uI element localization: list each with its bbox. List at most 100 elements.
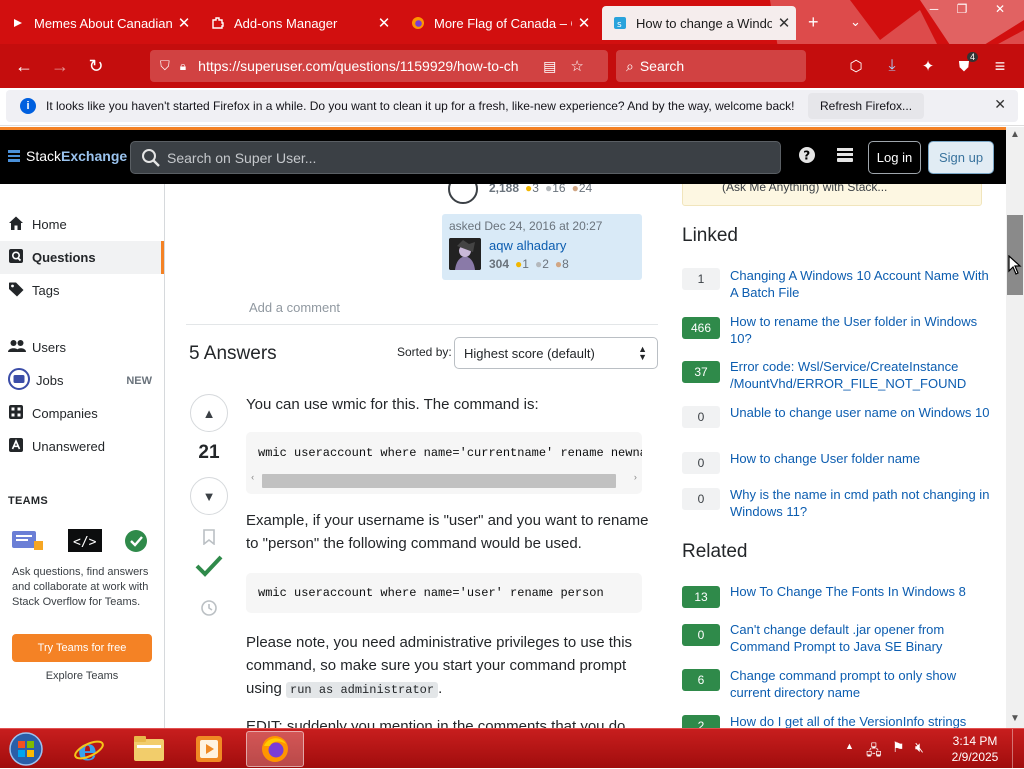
add-comment-link[interactable]: Add a comment bbox=[249, 300, 340, 315]
close-tab-icon[interactable]: ✕ bbox=[172, 14, 196, 32]
chat-bubble-icon bbox=[12, 531, 43, 550]
start-orb-icon[interactable] bbox=[0, 731, 52, 767]
show-hidden-icons-arrow[interactable]: ▲ bbox=[845, 741, 854, 751]
log-in-button[interactable]: Log in bbox=[868, 141, 921, 174]
linked-question-link[interactable]: How to rename the User folder in Windows… bbox=[730, 313, 990, 347]
linked-question-link[interactable]: How to change User folder name bbox=[730, 450, 990, 467]
forward-arrow-icon[interactable]: → bbox=[46, 52, 74, 80]
nav-tags[interactable]: Tags bbox=[0, 274, 164, 307]
downvote-button[interactable]: ▼ bbox=[190, 477, 228, 515]
refresh-firefox-button[interactable]: Refresh Firefox... bbox=[808, 93, 925, 119]
close-notification-icon[interactable]: ✕ bbox=[994, 96, 1006, 113]
tracking-shield-icon[interactable]: ⛉ bbox=[160, 58, 170, 74]
lock-icon[interactable]: 🔒︎ bbox=[180, 59, 186, 74]
nav-users[interactable]: Users bbox=[0, 331, 164, 364]
tab-flag-of-canada[interactable]: More Flag of Canada – Get ✕ bbox=[400, 6, 596, 40]
firefox-icon bbox=[410, 15, 426, 31]
tab-memes[interactable]: Memes About Canadians ✕ bbox=[0, 6, 196, 40]
horizontal-scrollbar[interactable] bbox=[262, 474, 616, 488]
close-tab-icon[interactable]: ✕ bbox=[772, 14, 796, 32]
bronze-badge-count: ●8 bbox=[554, 257, 569, 271]
code-icon: </> bbox=[68, 529, 102, 552]
new-tab-button[interactable]: + bbox=[808, 12, 819, 33]
nav-unanswered[interactable]: Unanswered bbox=[0, 430, 164, 463]
bookmark-star-icon[interactable]: ☆ bbox=[570, 57, 583, 75]
search-icon bbox=[142, 148, 160, 167]
help-icon[interactable]: ? bbox=[798, 146, 816, 169]
answer-paragraph-1: You can use wmic for this. The command i… bbox=[246, 396, 539, 413]
related-question-link[interactable]: How To Change The Fonts In Windows 8 bbox=[730, 583, 990, 600]
volume-muted-icon[interactable]: 🔇︎ bbox=[915, 739, 924, 756]
related-question-link[interactable]: Change command prompt to only show curre… bbox=[730, 667, 990, 701]
list-all-tabs-chevron-icon[interactable]: ⌄ bbox=[850, 14, 861, 30]
media-player-icon[interactable] bbox=[182, 731, 236, 767]
close-window-button[interactable]: ✕ bbox=[976, 0, 1024, 18]
explorer-icon[interactable] bbox=[122, 731, 176, 767]
author-avatar[interactable] bbox=[449, 238, 481, 270]
featured-meta-item[interactable]: (Ask Me Anything) with Stack... bbox=[722, 184, 887, 194]
notification-bar: i It looks like you haven't started Fire… bbox=[0, 88, 1024, 126]
related-question-link[interactable]: Can't change default .jar opener from Co… bbox=[730, 621, 990, 655]
close-tab-icon[interactable]: ✕ bbox=[372, 14, 396, 32]
nav-jobs[interactable]: Jobs NEW bbox=[0, 364, 164, 397]
pocket-icon[interactable]: ⬡ bbox=[842, 52, 870, 80]
system-clock[interactable]: 3:14 PM 2/9/2025 bbox=[942, 733, 1008, 765]
search-icon: ⌕ bbox=[626, 57, 634, 74]
back-arrow-icon[interactable]: ← bbox=[10, 52, 38, 80]
superuser-icon: s bbox=[612, 15, 628, 31]
window-controls: ─ ❐ ✕ bbox=[920, 0, 1024, 18]
tab-title: More Flag of Canada – Get bbox=[434, 15, 572, 31]
stackexchange-logo[interactable]: Stack Exchange bbox=[8, 148, 127, 164]
tab-addons[interactable]: Add-ons Manager ✕ bbox=[200, 6, 396, 40]
tab-superuser-active[interactable]: s How to change a Window ✕ bbox=[602, 6, 796, 40]
history-icon[interactable] bbox=[200, 599, 218, 622]
explore-teams-link[interactable]: Explore Teams bbox=[12, 670, 152, 682]
nav-questions[interactable]: Questions bbox=[0, 241, 164, 274]
firefox-taskbar-button[interactable] bbox=[246, 731, 304, 767]
linked-question-link[interactable]: Unable to change user name on Windows 10 bbox=[730, 404, 990, 421]
author-name-link[interactable]: aqw alhadary bbox=[489, 238, 566, 253]
reader-view-icon[interactable]: ▤ bbox=[543, 58, 556, 75]
linked-question-link[interactable]: Changing A Windows 10 Account Name With … bbox=[730, 267, 990, 301]
sign-up-button[interactable]: Sign up bbox=[928, 141, 994, 174]
upvote-button[interactable]: ▲ bbox=[190, 394, 228, 432]
minimize-button[interactable]: ─ bbox=[920, 0, 948, 18]
sort-select[interactable]: Highest score (default) ▲ ▼ bbox=[454, 337, 658, 369]
maximize-button[interactable]: ❐ bbox=[948, 0, 976, 18]
downloads-icon[interactable]: ⤓ bbox=[878, 52, 906, 80]
close-tab-icon[interactable]: ✕ bbox=[572, 14, 596, 32]
new-badge: NEW bbox=[126, 374, 152, 387]
address-bar[interactable]: ⛉ 🔒︎ https://superuser.com/questions/115… bbox=[150, 50, 608, 82]
stackexchange-logo-icon bbox=[8, 150, 20, 162]
logo-text-stack: Stack bbox=[26, 148, 62, 164]
linked-question-link[interactable]: Why is the name in cmd path not changing… bbox=[730, 486, 990, 520]
scroll-right-arrow-icon[interactable]: › bbox=[633, 473, 638, 483]
companies-icon bbox=[8, 404, 32, 423]
editor-avatar[interactable] bbox=[448, 184, 478, 204]
try-teams-button[interactable]: Try Teams for free bbox=[12, 634, 152, 662]
reload-icon[interactable]: ↻ bbox=[82, 52, 110, 80]
extension-badge-icon[interactable]: ⛊ 4 bbox=[950, 52, 978, 80]
bookmark-icon[interactable] bbox=[202, 529, 216, 550]
nav-companies[interactable]: Companies bbox=[0, 397, 164, 430]
hamburger-menu-icon[interactable]: ≡ bbox=[986, 52, 1014, 80]
related-question-link[interactable]: How do I get all of the VersionInfo stri… bbox=[730, 713, 990, 728]
nav-home[interactable]: Home bbox=[0, 208, 164, 241]
action-center-flag-icon[interactable]: ⚑ bbox=[892, 739, 905, 756]
left-sidebar: Home Questions Tags Users Jobs NEW Compa… bbox=[0, 184, 165, 728]
extensions-icon[interactable]: ✦ bbox=[914, 52, 942, 80]
scroll-up-arrow-icon[interactable]: ▲ bbox=[1010, 129, 1020, 140]
page-scrollbar[interactable]: ▲ ▼ bbox=[1006, 127, 1024, 728]
show-desktop-button[interactable] bbox=[1012, 729, 1024, 769]
site-switcher-icon[interactable] bbox=[836, 146, 854, 169]
ie-icon[interactable]: e bbox=[62, 731, 116, 767]
svg-text:</>: </> bbox=[73, 535, 97, 550]
site-search-input[interactable]: Search on Super User... bbox=[130, 141, 781, 174]
scroll-down-arrow-icon[interactable]: ▼ bbox=[1010, 713, 1020, 724]
site-search-placeholder: Search on Super User... bbox=[167, 149, 317, 166]
linked-heading: Linked bbox=[682, 225, 738, 246]
linked-question-link[interactable]: Error code: Wsl/Service/CreateInstance /… bbox=[730, 358, 1000, 392]
network-icon[interactable]: 🖧︎ bbox=[866, 740, 882, 764]
search-input[interactable]: ⌕ Search bbox=[616, 50, 806, 82]
scroll-left-arrow-icon[interactable]: ‹ bbox=[250, 473, 255, 483]
